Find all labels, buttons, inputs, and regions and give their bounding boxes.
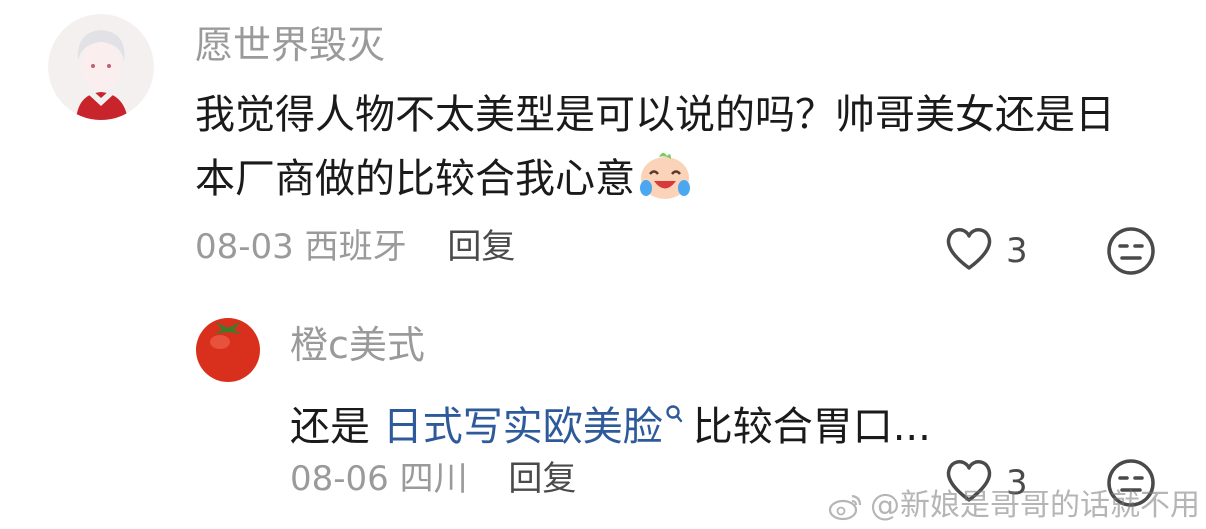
comment-meta: 08-06 四川 回复 bbox=[290, 462, 576, 496]
laughing-crying-emoji-icon bbox=[637, 146, 693, 202]
reply-button[interactable]: 回复 bbox=[508, 459, 576, 499]
like-count: 3 bbox=[1006, 231, 1028, 271]
comment-date: 08-06 bbox=[290, 459, 389, 499]
watermark-text: @新娘是哥哥的话就不用 bbox=[870, 488, 1200, 523]
avatar[interactable] bbox=[48, 14, 154, 120]
username[interactable]: 橙c美式 bbox=[290, 326, 425, 364]
watermark: @新娘是哥哥的话就不用 bbox=[828, 491, 1200, 521]
neutral-face-icon bbox=[1107, 227, 1155, 275]
comment-date: 08-03 bbox=[195, 227, 294, 267]
avatar[interactable] bbox=[192, 312, 264, 384]
comment-text: 还是 bbox=[290, 404, 383, 450]
comment-meta: 08-03 西班牙 回复 bbox=[195, 230, 515, 264]
comment-location: 西班牙 bbox=[304, 227, 407, 267]
reply-button[interactable]: 回复 bbox=[447, 227, 515, 267]
weibo-logo-icon bbox=[828, 494, 862, 521]
comment-text-line2: 本厂商做的比较合我心意 bbox=[195, 146, 693, 210]
search-link[interactable]: 日式写实欧美脸 bbox=[383, 404, 663, 450]
reaction-button[interactable] bbox=[1106, 226, 1156, 280]
comment-text: 比较合胃口... bbox=[692, 404, 931, 450]
like-button[interactable]: 3 bbox=[944, 226, 1028, 276]
heart-icon bbox=[944, 226, 994, 276]
comment-text: 我觉得人物不太美型是可以说的吗？帅哥美女还是日 bbox=[195, 92, 1115, 138]
comment-location: 四川 bbox=[399, 459, 468, 499]
comment-thread: 愿世界毁灭 我觉得人物不太美型是可以说的吗？帅哥美女还是日 本厂商做的比较合我心… bbox=[0, 0, 1206, 529]
search-icon bbox=[665, 382, 683, 423]
comment-text: 本厂商做的比较合我心意 bbox=[195, 156, 635, 202]
comment-text-line: 还是 日式写实欧美脸 比较合胃口... bbox=[290, 382, 931, 458]
username[interactable]: 愿世界毁灭 bbox=[195, 26, 385, 64]
